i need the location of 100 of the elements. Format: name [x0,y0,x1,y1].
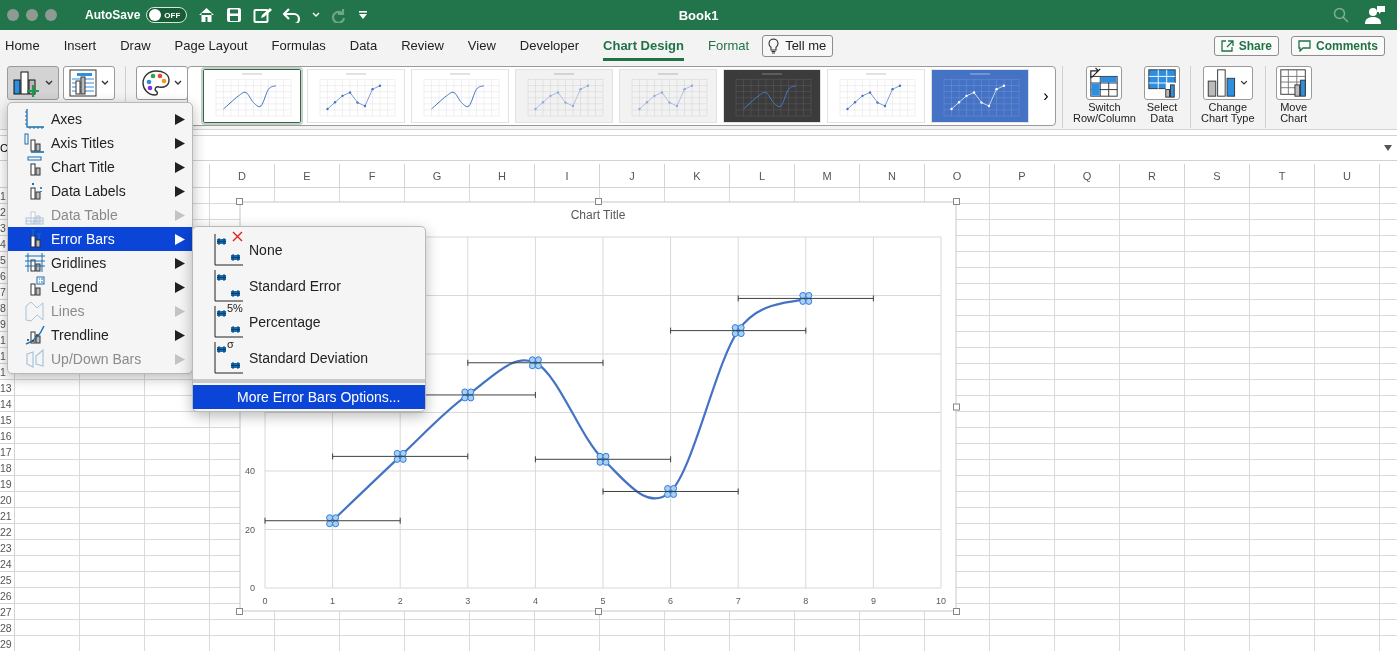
ribbon-tab[interactable]: Insert [63,30,97,61]
column-header[interactable]: Q [1055,164,1120,187]
column-header[interactable]: P [990,164,1055,187]
caret-icon [174,80,182,86]
select-data-button[interactable] [1143,66,1180,100]
ribbon-tab[interactable]: Format [707,30,750,61]
row-header[interactable]: 14 [0,396,14,412]
ribbon-tab[interactable]: Formulas [271,30,326,61]
column-header[interactable]: D [210,164,275,187]
column-header[interactable]: J [600,164,665,187]
up-down-bars-icon [24,348,46,370]
command-label[interactable]: Change Chart Type [1200,102,1255,124]
submenu-arrow-icon [175,281,185,293]
command-label[interactable]: Select Data [1146,102,1178,124]
menu-item[interactable]: Data Labels [8,179,192,203]
expand-icon[interactable] [1384,145,1392,151]
ribbon-tab[interactable]: Draw [120,30,151,61]
ribbon-tab[interactable]: View [467,30,496,61]
row-header[interactable]: 16 [0,428,14,444]
cross-icon [232,231,243,242]
save-icon[interactable] [226,7,243,23]
column-header[interactable]: H [470,164,535,187]
gallery-next-button[interactable]: › [1037,87,1055,105]
move-chart-button[interactable] [1275,66,1312,100]
row-header[interactable]: 13 [0,380,14,396]
column-header[interactable]: U [1315,164,1380,187]
menu-item[interactable]: Axes [8,107,192,131]
resize-handle [236,608,243,615]
ribbon-tab[interactable]: Review [401,30,444,61]
row-header[interactable]: 18 [0,460,14,476]
row-header[interactable]: 22 [0,524,14,540]
row-header[interactable]: 15 [0,412,14,428]
name-box[interactable]: C [0,142,8,154]
submenu-arrow-icon [175,185,185,197]
axis-label: 20 [245,524,255,535]
column-header[interactable]: L [730,164,795,187]
autosave-toggle[interactable]: OFF [146,7,188,23]
submenu-arrow-icon [175,161,185,173]
row-header[interactable]: 20 [0,492,14,508]
switch-row-column-button[interactable] [1086,66,1123,100]
column-header[interactable]: I [535,164,600,187]
data-marker [664,485,678,498]
quick-layout-button[interactable] [63,66,115,100]
column-header[interactable]: F [340,164,405,187]
menu-item[interactable]: Gridlines [8,251,192,275]
change-colors-button[interactable] [136,66,188,100]
axis-titles-icon [24,132,46,154]
submenu-arrow-icon [175,113,185,125]
data-marker [393,449,407,463]
column-header[interactable]: O [925,164,990,187]
customize-toolbar-icon[interactable] [358,10,369,20]
menu-item[interactable]: Trendline [8,323,192,347]
edit-icon[interactable] [253,6,273,24]
menu-item[interactable]: Axis Titles [8,131,192,155]
column-header[interactable]: M [795,164,860,187]
row-header[interactable]: 28 [0,620,14,636]
comments-button[interactable]: Comments [1291,35,1385,56]
chart-style-thumbnail[interactable] [203,69,301,123]
column-header[interactable]: N [860,164,925,187]
axis-label: 1 [330,596,336,606]
add-chart-element-button[interactable] [7,66,59,100]
undo-icon[interactable] [283,7,302,23]
row-header[interactable]: 24 [0,556,14,572]
column-header[interactable]: S [1185,164,1250,187]
row-header[interactable]: 23 [0,540,14,556]
row-header[interactable]: 19 [0,476,14,492]
column-header[interactable]: E [275,164,340,187]
home-icon[interactable] [198,7,216,23]
ribbon-tab[interactable]: Home [5,30,40,61]
caret-icon [101,80,109,86]
menu-item[interactable]: Error Bars [8,227,192,251]
column-header[interactable]: R [1120,164,1185,187]
command-label[interactable]: Move Chart [1280,102,1308,124]
row-header[interactable]: 21 [0,508,14,524]
ribbon-tab[interactable]: Developer [519,30,580,61]
row-header[interactable]: 29 [0,636,14,651]
data-marker [326,514,340,528]
row-header[interactable]: 25 [0,572,14,588]
column-header[interactable]: T [1250,164,1315,187]
account-icon[interactable] [1365,6,1385,24]
caret-icon[interactable] [312,12,321,18]
column-header[interactable]: K [665,164,730,187]
ribbon-tab[interactable]: Page Layout [174,30,248,61]
share-button[interactable]: Share [1213,35,1279,56]
row-header[interactable]: 17 [0,444,14,460]
axis-label: 3 [465,596,471,606]
menu-item[interactable]: Chart Title [8,155,192,179]
axis-label: 40 [245,466,255,476]
resize-handle [236,198,243,205]
tell-me-field[interactable]: Tell me [762,34,834,57]
column-header[interactable]: G [405,164,470,187]
menu-item[interactable]: More Error Bars Options... [193,385,425,409]
command-label[interactable]: Switch Row/Column [1073,102,1136,124]
row-header[interactable]: 26 [0,588,14,604]
ribbon-tab[interactable]: Data [349,30,378,61]
axis-label: 2 [397,596,403,606]
change-chart-type-button[interactable] [1202,66,1253,100]
menu-item[interactable]: Legend [8,275,192,299]
axis-label: 5 [600,596,606,606]
row-header[interactable]: 27 [0,604,14,620]
